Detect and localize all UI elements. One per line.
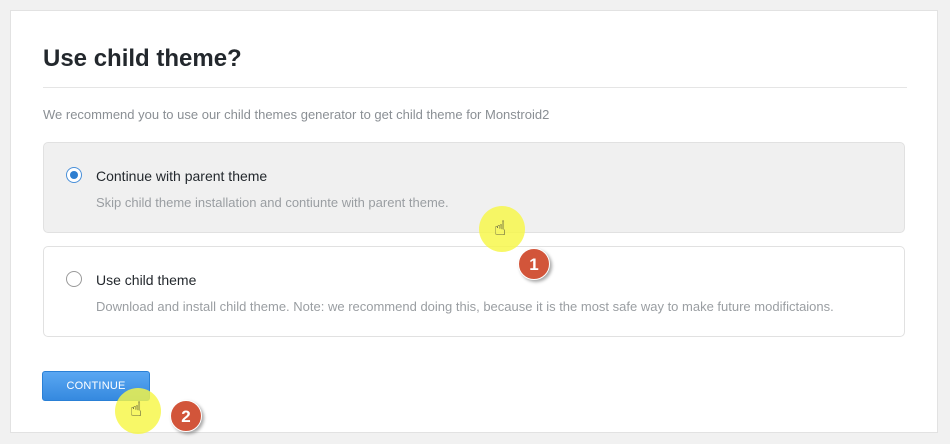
child-theme-label: Use child theme (96, 272, 197, 288)
option-parent-theme[interactable]: Continue with parent theme Skip child th… (43, 142, 905, 233)
wizard-panel: Use child theme? We recommend you to use… (10, 10, 938, 433)
step-badge-2: 2 (170, 400, 202, 432)
intro-text: We recommend you to use our child themes… (43, 107, 550, 122)
parent-theme-label: Continue with parent theme (96, 168, 268, 184)
page-title: Use child theme? (43, 45, 242, 72)
parent-theme-description: Skip child theme installation and contiu… (96, 195, 449, 210)
hand-pointer-icon: ☝ (494, 218, 507, 240)
child-theme-radio[interactable] (66, 271, 82, 287)
child-theme-description: Download and install child theme. Note: … (96, 299, 834, 314)
step-badge-1: 1 (518, 248, 550, 280)
option-child-theme[interactable]: Use child theme Download and install chi… (43, 246, 905, 337)
title-divider (43, 87, 907, 88)
parent-theme-radio[interactable] (66, 167, 82, 183)
hand-pointer-icon: ☝ (130, 399, 143, 421)
